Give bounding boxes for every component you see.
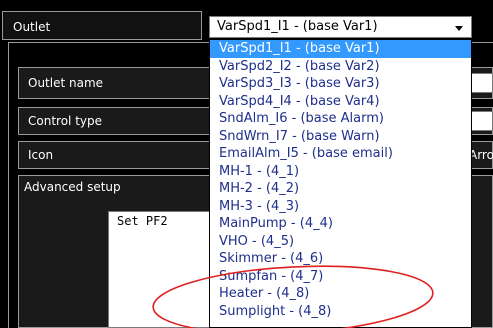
dropdown-option[interactable]: MH-2 - (4_2) [210,180,471,198]
icon-select-value[interactable]: Arro [469,148,493,162]
dropdown-option[interactable]: Heater - (4_8) [210,285,471,303]
icon-label: Icon [28,148,54,162]
chevron-down-icon[interactable] [451,21,467,35]
dropdown-option[interactable]: Sumpfan - (4_7) [210,268,471,286]
outlet-name-label: Outlet name [28,76,104,90]
advanced-setup-text: Set PF2 [117,214,168,228]
outlet-label-box: Outlet [2,11,202,40]
dropdown-option[interactable]: VarSpd2_I2 - (base Var2) [210,58,471,76]
dropdown-option[interactable]: MainPump - (4_4) [210,215,471,233]
dropdown-option[interactable]: VarSpd4_I4 - (base Var4) [210,93,471,111]
outlet-row: Outlet VarSpd1_I1 - (base Var1) [0,0,493,42]
dropdown-option[interactable]: VarSpd1_I1 - (base Var1) [210,40,471,58]
outlet-select[interactable]: VarSpd1_I1 - (base Var1) [209,16,472,38]
dropdown-option[interactable]: Skimmer - (4_6) [210,250,471,268]
outlet-label: Outlet [13,20,51,34]
advanced-setup-label: Advanced setup [24,180,121,194]
dropdown-option[interactable]: MH-3 - (4_3) [210,198,471,216]
dropdown-option[interactable]: VarSpd3_I3 - (base Var3) [210,75,471,93]
control-type-select[interactable] [470,111,493,131]
dropdown-option[interactable]: MH-1 - (4_1) [210,163,471,181]
outlet-config-panel: Outlet VarSpd1_I1 - (base Var1) Outlet n… [0,0,493,328]
outlet-select-value: VarSpd1_I1 - (base Var1) [217,19,378,34]
advanced-setup-textarea[interactable]: Set PF2 [108,211,211,328]
control-type-label: Control type [28,114,102,128]
outlet-name-input[interactable] [470,73,493,93]
dropdown-option[interactable]: VHO - (4_5) [210,233,471,251]
dropdown-option[interactable]: EmailAlm_I5 - (base email) [210,145,471,163]
dropdown-option[interactable]: SndAlm_I6 - (base Alarm) [210,110,471,128]
dropdown-option[interactable]: SndWrn_I7 - (base Warn) [210,128,471,146]
outlet-dropdown-list[interactable]: VarSpd1_I1 - (base Var1) VarSpd2_I2 - (b… [209,39,472,328]
dropdown-option[interactable]: Sumplight - (4_8) [210,303,471,321]
